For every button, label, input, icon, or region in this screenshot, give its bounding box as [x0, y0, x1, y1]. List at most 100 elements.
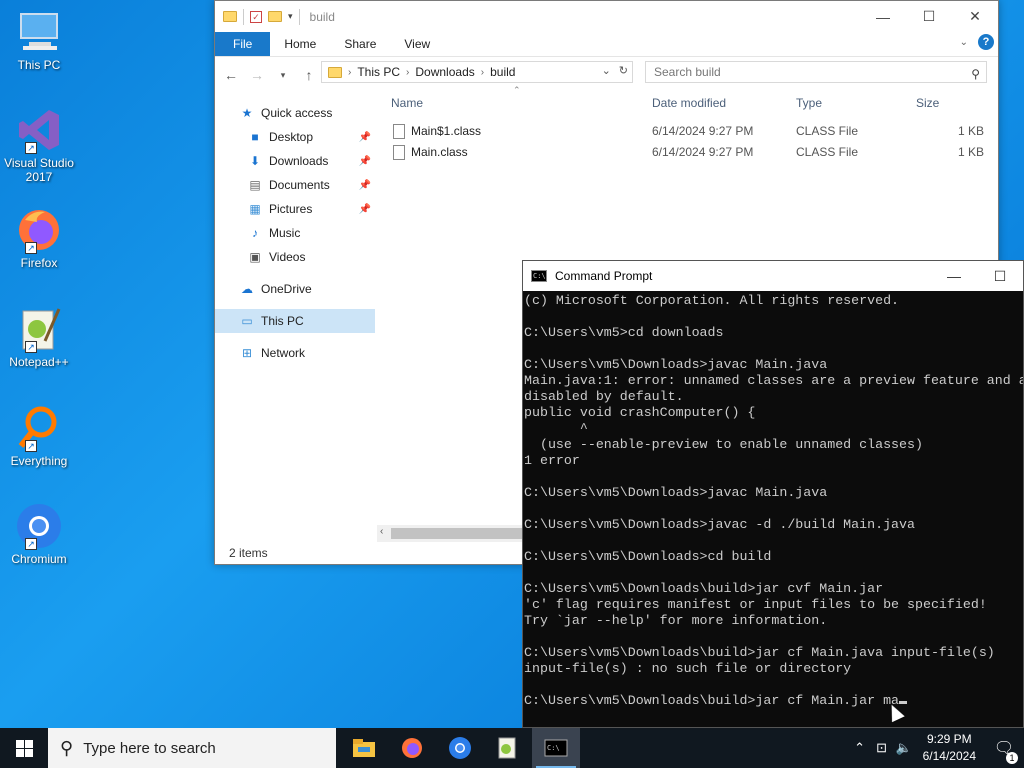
search-icon: ⚲ [971, 67, 980, 81]
pin-icon[interactable]: 📌 [359, 156, 371, 167]
taskbar-firefox[interactable] [388, 728, 436, 768]
file-row[interactable]: Main.class 6/14/2024 9:27 PM CLASS File … [385, 142, 998, 163]
tab-share[interactable]: Share [330, 32, 390, 56]
music-note-icon: ♪ [252, 226, 258, 240]
nav-desktop[interactable]: ■ Desktop 📌 [215, 125, 375, 149]
chevron-right-icon[interactable]: › [348, 67, 351, 78]
svg-text:C:\: C:\ [547, 744, 560, 752]
minimize-button[interactable]: — [931, 261, 977, 291]
download-arrow-icon: ⬇ [249, 154, 261, 168]
nav-label: Desktop [269, 130, 314, 144]
visual-studio-icon: ↗ [15, 106, 63, 154]
nav-downloads[interactable]: ⬇ Downloads 📌 [215, 149, 375, 173]
clock[interactable]: 9:29 PM 6/14/2024 [915, 731, 984, 765]
pictures-icon: ▦ [249, 202, 261, 216]
file-type: CLASS File [796, 145, 859, 159]
desktop-icon-label: Chromium [11, 552, 67, 566]
file-row[interactable]: Main$1.class 6/14/2024 9:27 PM CLASS Fil… [385, 121, 998, 142]
desktop-icon-this-pc[interactable]: This PC [4, 8, 74, 72]
file-icon [393, 145, 405, 161]
forward-arrow-icon[interactable]: → [247, 67, 267, 83]
file-icon [393, 124, 405, 140]
chevron-right-icon[interactable]: › [481, 67, 484, 78]
chevron-down-icon[interactable]: ⌄ [602, 64, 611, 77]
nav-quick-access[interactable]: ★ Quick access [215, 101, 375, 125]
pin-icon[interactable]: 📌 [359, 180, 371, 191]
nav-network[interactable]: ⊞ Network [215, 341, 375, 365]
breadcrumb-downloads[interactable]: Downloads [415, 65, 474, 79]
system-tray: ⌃ ⊡ 🔈 9:29 PM 6/14/2024 🗨 1 [849, 728, 1024, 768]
taskbar-notepad-plus-plus[interactable] [484, 728, 532, 768]
notepad-plus-plus-icon: ↗ [15, 305, 63, 353]
ribbon-tabs: File Home Share View ⌄ ? [215, 32, 998, 57]
navigation-pane: ★ Quick access ■ Desktop 📌 ⬇ Downloads 📌… [215, 101, 375, 365]
desktop-icon-notepad-plus-plus[interactable]: ↗ Notepad++ [4, 305, 74, 369]
column-date-modified[interactable]: Date modified [652, 96, 726, 110]
column-name[interactable]: Name [391, 96, 423, 110]
taskbar-chromium[interactable] [436, 728, 484, 768]
file-date: 6/14/2024 9:27 PM [652, 145, 754, 159]
desktop-icon-chromium[interactable]: ↗ Chromium [4, 502, 74, 566]
refresh-icon[interactable]: ↻ [619, 64, 628, 77]
console-output[interactable]: (c) Microsoft Corporation. All rights re… [523, 291, 1023, 727]
notifications-button[interactable]: 🗨 1 [984, 738, 1024, 764]
search-placeholder: Search build [654, 65, 721, 79]
search-placeholder: Type here to search [83, 739, 216, 757]
chromium-icon: ↗ [15, 502, 63, 550]
nav-pictures[interactable]: ▦ Pictures 📌 [215, 197, 375, 221]
network-icon[interactable]: ⊡ [871, 740, 893, 756]
chevron-down-icon[interactable]: ▾ [288, 11, 293, 22]
taskbar-file-explorer[interactable] [340, 728, 388, 768]
breadcrumb-build[interactable]: build [490, 65, 515, 79]
pin-icon[interactable]: 📌 [359, 204, 371, 215]
tab-home[interactable]: Home [270, 32, 330, 56]
maximize-button[interactable]: ☐ [977, 261, 1023, 291]
desktop-icon-everything[interactable]: ↗ Everything [4, 404, 74, 468]
scroll-left-icon[interactable]: ‹ [380, 526, 383, 537]
chevron-up-icon[interactable]: ⌃ [849, 740, 871, 756]
recent-locations-icon[interactable]: ▾ [273, 70, 293, 81]
nav-videos[interactable]: ▣ Videos [215, 245, 375, 269]
nav-label: Music [269, 226, 301, 240]
properties-icon[interactable]: ✓ [250, 10, 262, 23]
chevron-right-icon[interactable]: › [406, 67, 409, 78]
address-bar[interactable]: › This PC › Downloads › build ⌄ ↻ [321, 61, 633, 83]
tab-view[interactable]: View [390, 32, 444, 56]
file-type: CLASS File [796, 124, 859, 138]
taskbar-command-prompt[interactable]: C:\ [532, 728, 580, 768]
desktop-icon-firefox[interactable]: ↗ Firefox [4, 206, 74, 270]
text-cursor [899, 701, 908, 704]
command-prompt-icon: C:\ [531, 270, 547, 282]
close-button[interactable]: ✕ [952, 1, 998, 32]
back-arrow-icon[interactable]: ← [221, 67, 241, 83]
nav-music[interactable]: ♪ Music [215, 221, 375, 245]
nav-this-pc[interactable]: ▭ This PC [215, 309, 375, 333]
column-type[interactable]: Type [796, 96, 822, 110]
volume-muted-icon[interactable]: 🔈 [893, 740, 915, 756]
start-button[interactable] [0, 728, 48, 768]
tab-file[interactable]: File [215, 32, 271, 56]
taskbar: ⚲ Type here to search C:\ ⌃ ⊡ 🔈 9:29 PM … [0, 728, 1024, 768]
desktop-icon-visual-studio[interactable]: ↗ Visual Studio 2017 [4, 106, 74, 184]
taskbar-search-box[interactable]: ⚲ Type here to search [48, 728, 336, 768]
up-arrow-icon[interactable]: ↑ [299, 67, 319, 83]
help-icon[interactable]: ? [978, 34, 994, 50]
expand-ribbon-icon[interactable]: ⌄ [960, 37, 968, 48]
breadcrumb-this-pc[interactable]: This PC [357, 65, 400, 79]
nav-onedrive[interactable]: ☁ OneDrive [215, 277, 375, 301]
column-size[interactable]: Size [916, 96, 939, 110]
nav-label: Documents [269, 178, 330, 192]
search-icon: ⚲ [60, 737, 74, 758]
search-input[interactable]: Search build ⚲ [645, 61, 987, 83]
minimize-button[interactable]: — [860, 1, 906, 32]
network-icon: ⊞ [241, 346, 253, 360]
nav-label: Downloads [269, 154, 329, 168]
pin-icon[interactable]: 📌 [359, 132, 371, 143]
document-icon: ▤ [249, 178, 261, 192]
scrollbar-thumb[interactable] [391, 528, 527, 539]
new-folder-icon[interactable] [268, 11, 282, 22]
nav-label: Network [261, 346, 306, 360]
nav-documents[interactable]: ▤ Documents 📌 [215, 173, 375, 197]
maximize-button[interactable]: ☐ [906, 1, 952, 32]
horizontal-scrollbar[interactable]: ‹ [377, 525, 527, 542]
